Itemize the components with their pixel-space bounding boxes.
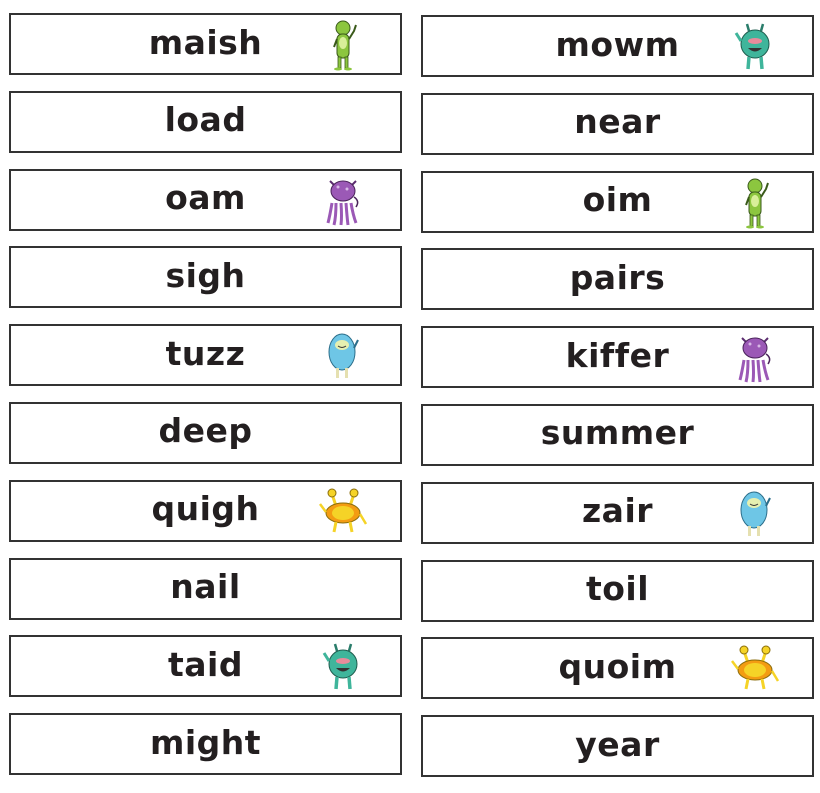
yellow-crab-monster-icon xyxy=(316,486,370,538)
purple-tentacle-monster-icon xyxy=(728,332,782,384)
word-text: might xyxy=(149,722,262,762)
word-card: taid xyxy=(9,635,402,698)
word-card: kiffer xyxy=(421,326,814,389)
word-card: load xyxy=(9,90,402,153)
green-tall-monster-icon xyxy=(316,19,370,71)
word-text: mowm xyxy=(555,24,680,64)
word-card: sigh xyxy=(9,246,402,309)
word-text: oam xyxy=(165,178,246,218)
blue-furry-monster-icon xyxy=(728,488,782,540)
word-card: quigh xyxy=(9,479,402,542)
right-word-column: mowm near oim pairs kiffer summer zair t… xyxy=(421,15,814,793)
word-card: mowm xyxy=(421,15,814,77)
word-text: pairs xyxy=(569,257,666,297)
word-text: load xyxy=(164,100,247,140)
word-card: toil xyxy=(421,559,814,622)
word-text: summer xyxy=(540,413,695,453)
word-card: quoim xyxy=(421,637,814,700)
word-card: oim xyxy=(421,170,814,233)
purple-tentacle-monster-icon xyxy=(316,175,370,227)
word-text: maish xyxy=(148,22,263,62)
teal-round-monster-icon xyxy=(316,641,370,693)
word-text: oim xyxy=(582,180,653,220)
word-text: taid xyxy=(168,644,243,684)
word-text: quoim xyxy=(558,646,677,686)
word-text: toil xyxy=(585,569,650,609)
left-word-column: maish load oam sigh tuzz deep quigh nail… xyxy=(9,13,402,791)
word-text: quigh xyxy=(151,489,260,529)
word-text: sigh xyxy=(165,255,246,295)
word-text: zair xyxy=(581,491,654,531)
word-text: kiffer xyxy=(565,335,670,375)
blue-furry-monster-icon xyxy=(316,330,370,382)
word-card: might xyxy=(9,713,402,776)
word-card: year xyxy=(421,715,814,778)
word-card: near xyxy=(421,92,814,155)
word-card: maish xyxy=(9,13,402,75)
word-card: pairs xyxy=(421,248,814,311)
word-card: deep xyxy=(9,401,402,464)
word-card: nail xyxy=(9,557,402,620)
word-card: zair xyxy=(421,481,814,544)
word-card: summer xyxy=(421,403,814,466)
word-card: oam xyxy=(9,168,402,231)
word-card: tuzz xyxy=(9,324,402,387)
word-text: nail xyxy=(170,567,241,607)
green-tall-monster-icon xyxy=(728,177,782,229)
word-text: tuzz xyxy=(165,333,246,373)
teal-round-monster-icon xyxy=(728,21,782,73)
word-text: year xyxy=(575,724,660,764)
word-text: deep xyxy=(158,411,253,451)
word-text: near xyxy=(574,102,661,142)
yellow-crab-monster-icon xyxy=(728,643,782,695)
